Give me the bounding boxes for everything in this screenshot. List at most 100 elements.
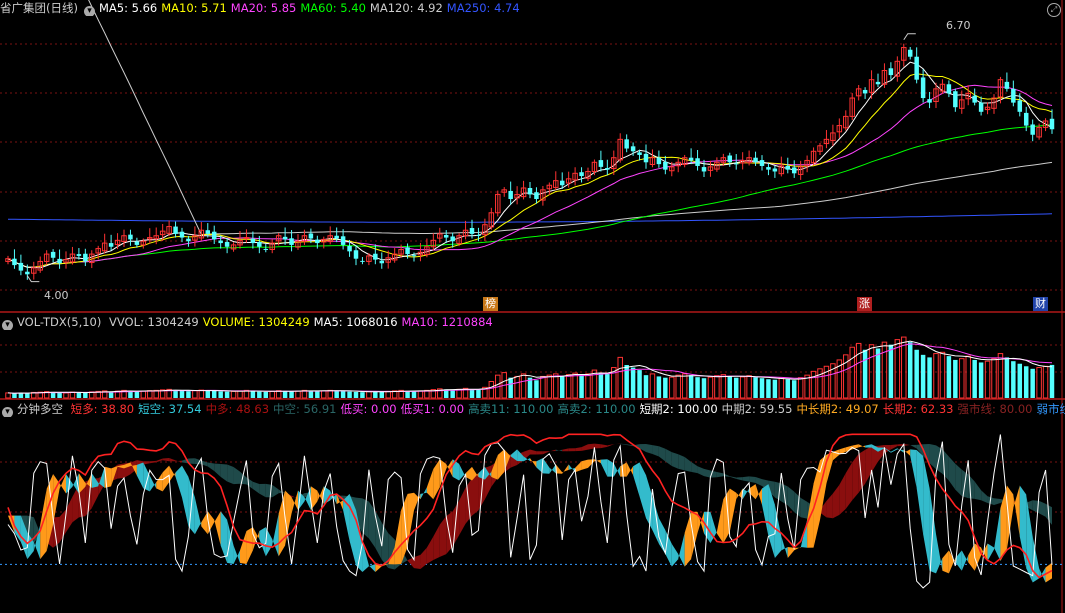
header3-item: 高卖2: 110.00 xyxy=(557,402,636,416)
medium-band xyxy=(671,452,679,469)
volume-bar xyxy=(366,390,372,399)
volume-bar xyxy=(218,391,223,398)
collapse-icon[interactable]: ▾ xyxy=(2,407,13,417)
short-band xyxy=(826,451,833,484)
medium-band xyxy=(607,444,614,447)
short-band xyxy=(755,484,762,505)
medium-band xyxy=(414,554,421,569)
volume-bar xyxy=(456,388,462,399)
short-band xyxy=(40,488,47,560)
header3-item: 长期2: 62.33 xyxy=(882,402,954,416)
short-band xyxy=(832,449,840,461)
header1-item: MA60: 5.40 xyxy=(300,1,366,15)
medium-band xyxy=(246,477,253,490)
medium-band xyxy=(736,477,743,481)
high-marker xyxy=(903,33,916,41)
expand-icon[interactable]: ⤢ xyxy=(1047,3,1061,17)
candle-body xyxy=(250,238,256,244)
collapse-icon[interactable]: ▾ xyxy=(2,320,13,330)
short-band xyxy=(143,462,150,492)
medium-band xyxy=(575,447,582,452)
volume-bar xyxy=(257,391,262,398)
event-tag-bang[interactable]: 榜 xyxy=(483,297,498,311)
high-price-label: 6.70 xyxy=(946,19,971,32)
medium-band xyxy=(600,444,608,449)
candle-body xyxy=(624,139,629,149)
ma20-line xyxy=(7,84,1053,268)
volume-bar xyxy=(663,377,668,398)
header3-item: 低买: 0.00 xyxy=(340,402,397,416)
ma250-line xyxy=(7,213,1053,223)
medium-band xyxy=(658,446,666,462)
volume-bar xyxy=(785,379,791,398)
candle-body xyxy=(946,84,952,94)
candle-body xyxy=(50,251,56,258)
volume-bar xyxy=(1023,366,1029,398)
medium-band xyxy=(729,476,737,479)
medium-band xyxy=(852,453,859,501)
candle-body xyxy=(1004,81,1010,89)
volume-bar xyxy=(69,391,76,399)
volume-bar xyxy=(753,377,758,398)
indicator-title: 分钟多空 xyxy=(17,402,63,416)
volume-bar xyxy=(450,389,455,398)
candle-body xyxy=(1049,118,1055,130)
medium-band xyxy=(252,481,260,494)
candle-body xyxy=(179,231,185,238)
header2-item: MA5: 1068016 xyxy=(313,315,398,329)
indicator-chart-header: ▾ 分钟多空 短多: 38.80 短空: 37.54 中多: 48.63 中空: 56.… xyxy=(0,401,1065,417)
candle-body xyxy=(637,152,642,155)
short-band xyxy=(858,444,866,448)
event-tag-cai[interactable]: 财 xyxy=(1033,297,1048,311)
short-band xyxy=(562,464,569,474)
short-band xyxy=(987,543,994,562)
event-tag-zhang[interactable]: 涨 xyxy=(857,297,872,311)
short-band xyxy=(175,465,182,498)
candle-body xyxy=(443,235,449,238)
volume-bar xyxy=(263,391,269,398)
candle-body xyxy=(727,155,733,163)
candle-body xyxy=(12,258,17,266)
short-band xyxy=(1019,485,1027,569)
short-band xyxy=(497,449,505,480)
candle-body xyxy=(353,250,359,259)
candle-body xyxy=(688,157,694,161)
volume-bar xyxy=(739,376,746,399)
short-band xyxy=(942,550,949,574)
volume-bar xyxy=(746,375,752,399)
candle-body xyxy=(128,234,133,240)
short-band xyxy=(246,527,253,564)
header3-item: 中空: 56.91 xyxy=(273,402,337,416)
candle-body xyxy=(411,255,417,257)
volume-bar xyxy=(379,391,385,398)
volume-bar xyxy=(681,373,688,399)
volume-bar xyxy=(669,376,675,399)
short-band xyxy=(633,462,640,497)
medium-band xyxy=(555,449,563,452)
volume-bar xyxy=(269,390,275,399)
volume-bar xyxy=(25,393,30,398)
volume-bar xyxy=(733,377,739,398)
header3-item: 中长期2: 49.07 xyxy=(796,402,879,416)
candle-body xyxy=(630,146,636,152)
medium-band xyxy=(716,471,724,478)
collapse-icon[interactable]: ▾ xyxy=(83,6,95,16)
volume-bar xyxy=(868,344,875,399)
volume-bar xyxy=(727,376,733,398)
short-band xyxy=(691,511,698,560)
short-term-line xyxy=(7,434,1053,589)
volume-bar xyxy=(559,375,565,398)
short-band xyxy=(156,472,163,492)
medium-band xyxy=(562,448,569,452)
candle-body xyxy=(218,240,223,244)
short-band xyxy=(626,462,634,477)
volume-bar xyxy=(875,348,881,398)
volume-bar xyxy=(1004,357,1010,398)
volume-bar xyxy=(347,391,352,398)
volume-bar xyxy=(315,391,320,398)
candle-body xyxy=(243,237,250,240)
candle-body xyxy=(907,49,913,57)
short-band xyxy=(794,547,801,551)
volume-bar xyxy=(224,391,230,398)
volume-bar xyxy=(140,390,147,399)
